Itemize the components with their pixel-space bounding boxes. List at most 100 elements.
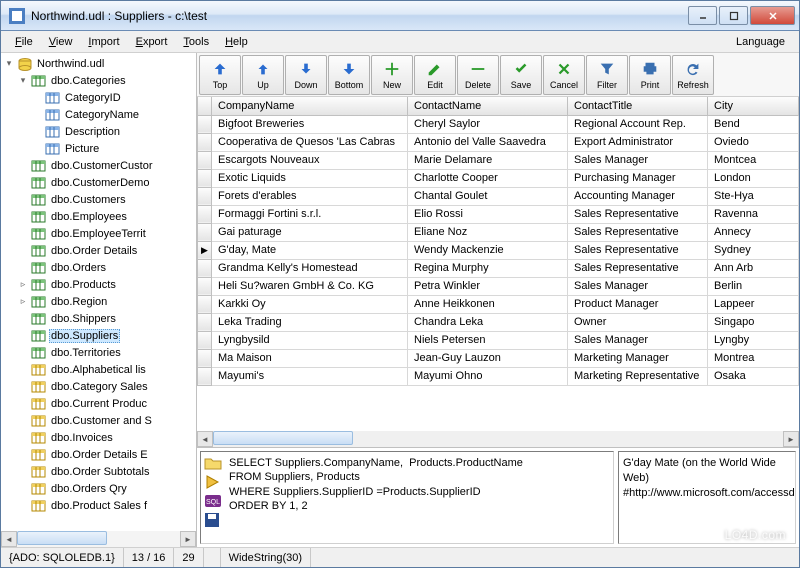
expander-icon[interactable] (17, 228, 29, 240)
tree-col[interactable]: Description (3, 123, 194, 140)
bottom-button[interactable]: Bottom (328, 55, 370, 95)
table-row[interactable]: Grandma Kelly's HomesteadRegina MurphySa… (198, 259, 799, 277)
menu-language[interactable]: Language (728, 34, 793, 50)
cell-company[interactable]: G'day, Mate (212, 241, 408, 259)
tree-view-current_products[interactable]: dbo.Current Produc (3, 395, 194, 412)
expander-icon[interactable] (17, 483, 29, 495)
expander-icon[interactable] (17, 330, 29, 342)
tree-view-customer_and_s[interactable]: dbo.Customer and S (3, 412, 194, 429)
table-row[interactable]: Heli Su?waren GmbH & Co. KGPetra Winkler… (198, 277, 799, 295)
cell-title[interactable]: Purchasing Manager (568, 169, 708, 187)
column-header-company[interactable]: CompanyName (212, 97, 408, 115)
tree-table-products[interactable]: ▹dbo.Products (3, 276, 194, 293)
cell-company[interactable]: Bigfoot Breweries (212, 115, 408, 133)
tree-table-employee_territories[interactable]: dbo.EmployeeTerrit (3, 225, 194, 242)
cell-city[interactable]: Sydney (708, 241, 799, 259)
cell-contact[interactable]: Cheryl Saylor (408, 115, 568, 133)
scroll-left-icon[interactable]: ◄ (197, 431, 213, 447)
cell-company[interactable]: Ma Maison (212, 349, 408, 367)
expander-icon[interactable] (17, 415, 29, 427)
tree-table-employees[interactable]: dbo.Employees (3, 208, 194, 225)
menu-help[interactable]: Help (217, 34, 256, 50)
object-tree[interactable]: ▾Northwind.udl▾dbo.CategoriesCategoryIDC… (1, 53, 196, 531)
cell-company[interactable]: Karkki Oy (212, 295, 408, 313)
data-grid[interactable]: CompanyName ContactName ContactTitle Cit… (197, 97, 799, 431)
cell-city[interactable]: Montcea (708, 151, 799, 169)
tree-view-orders_qry[interactable]: dbo.Orders Qry (3, 480, 194, 497)
cell-company[interactable]: Forets d'erables (212, 187, 408, 205)
edit-button[interactable]: Edit (414, 55, 456, 95)
table-row[interactable]: Cooperativa de Quesos 'Las CabrasAntonio… (198, 133, 799, 151)
cell-title[interactable]: Regional Account Rep. (568, 115, 708, 133)
table-row[interactable]: Karkki OyAnne HeikkonenProduct ManagerLa… (198, 295, 799, 313)
expander-icon[interactable] (17, 364, 29, 376)
scroll-thumb[interactable] (213, 431, 353, 445)
up-button[interactable]: Up (242, 55, 284, 95)
tree-table-order_details[interactable]: dbo.Order Details (3, 242, 194, 259)
expander-icon[interactable] (17, 347, 29, 359)
grid-hscroll[interactable]: ◄ ► (197, 431, 799, 447)
table-row[interactable]: ▶G'day, MateWendy MackenzieSales Represe… (198, 241, 799, 259)
tree-table-shippers[interactable]: dbo.Shippers (3, 310, 194, 327)
menu-export[interactable]: Export (128, 34, 176, 50)
cell-city[interactable]: Lappeer (708, 295, 799, 313)
expander-icon[interactable] (17, 313, 29, 325)
scroll-right-icon[interactable]: ► (783, 431, 799, 447)
cell-title[interactable]: Export Administrator (568, 133, 708, 151)
cell-contact[interactable]: Niels Petersen (408, 331, 568, 349)
refresh-button[interactable]: Refresh (672, 55, 714, 95)
cell-contact[interactable]: Wendy Mackenzie (408, 241, 568, 259)
expander-icon[interactable] (17, 160, 29, 172)
cell-company[interactable]: Gai paturage (212, 223, 408, 241)
table-row[interactable]: Forets d'erablesChantal GouletAccounting… (198, 187, 799, 205)
cell-title[interactable]: Sales Representative (568, 259, 708, 277)
cell-contact[interactable]: Regina Murphy (408, 259, 568, 277)
table-row[interactable]: LyngbysildNiels PetersenSales ManagerLyn… (198, 331, 799, 349)
expander-icon[interactable] (31, 92, 43, 104)
down-button[interactable]: Down (285, 55, 327, 95)
cell-city[interactable]: Annecy (708, 223, 799, 241)
cell-title[interactable]: Sales Representative (568, 205, 708, 223)
cell-company[interactable]: Lyngbysild (212, 331, 408, 349)
cell-contact[interactable]: Jean-Guy Lauzon (408, 349, 568, 367)
cell-title[interactable]: Sales Representative (568, 223, 708, 241)
cell-city[interactable]: Montrea (708, 349, 799, 367)
cell-contact[interactable]: Chantal Goulet (408, 187, 568, 205)
tree-table-territories[interactable]: dbo.Territories (3, 344, 194, 361)
tree-table-orders[interactable]: dbo.Orders (3, 259, 194, 276)
tree-view-invoices[interactable]: dbo.Invoices (3, 429, 194, 446)
delete-button[interactable]: Delete (457, 55, 499, 95)
cell-title[interactable]: Owner (568, 313, 708, 331)
scroll-thumb[interactable] (17, 531, 107, 545)
maximize-button[interactable] (719, 6, 748, 25)
expander-icon[interactable]: ▾ (3, 58, 15, 70)
expander-icon[interactable] (17, 432, 29, 444)
expander-icon[interactable] (17, 194, 29, 206)
expander-icon[interactable]: ▾ (17, 75, 29, 87)
cell-company[interactable]: Leka Trading (212, 313, 408, 331)
tree-table-categories[interactable]: ▾dbo.Categories (3, 72, 194, 89)
print-button[interactable]: Print (629, 55, 671, 95)
sql-icon[interactable]: SQL (204, 493, 222, 509)
table-row[interactable]: Gai paturageEliane NozSales Representati… (198, 223, 799, 241)
tree-root[interactable]: ▾Northwind.udl (3, 55, 194, 72)
filter-button[interactable]: Filter (586, 55, 628, 95)
cell-contact[interactable]: Antonio del Valle Saavedra (408, 133, 568, 151)
cell-company[interactable]: Cooperativa de Quesos 'Las Cabras (212, 133, 408, 151)
cancel-button[interactable]: Cancel (543, 55, 585, 95)
cell-city[interactable]: Singapo (708, 313, 799, 331)
menu-view[interactable]: View (41, 34, 81, 50)
menu-file[interactable]: File (7, 34, 41, 50)
table-row[interactable]: Mayumi'sMayumi OhnoMarketing Representat… (198, 367, 799, 385)
cell-contact[interactable]: Eliane Noz (408, 223, 568, 241)
tree-col[interactable]: CategoryID (3, 89, 194, 106)
expander-icon[interactable] (17, 262, 29, 274)
tree-view-order_details_ex[interactable]: dbo.Order Details E (3, 446, 194, 463)
cell-city[interactable]: Ravenna (708, 205, 799, 223)
tree-table-customer_demo[interactable]: dbo.CustomerDemo (3, 174, 194, 191)
top-button[interactable]: Top (199, 55, 241, 95)
cell-title[interactable]: Sales Representative (568, 241, 708, 259)
cell-company[interactable]: Grandma Kelly's Homestead (212, 259, 408, 277)
cell-city[interactable]: Berlin (708, 277, 799, 295)
expander-icon[interactable] (17, 381, 29, 393)
